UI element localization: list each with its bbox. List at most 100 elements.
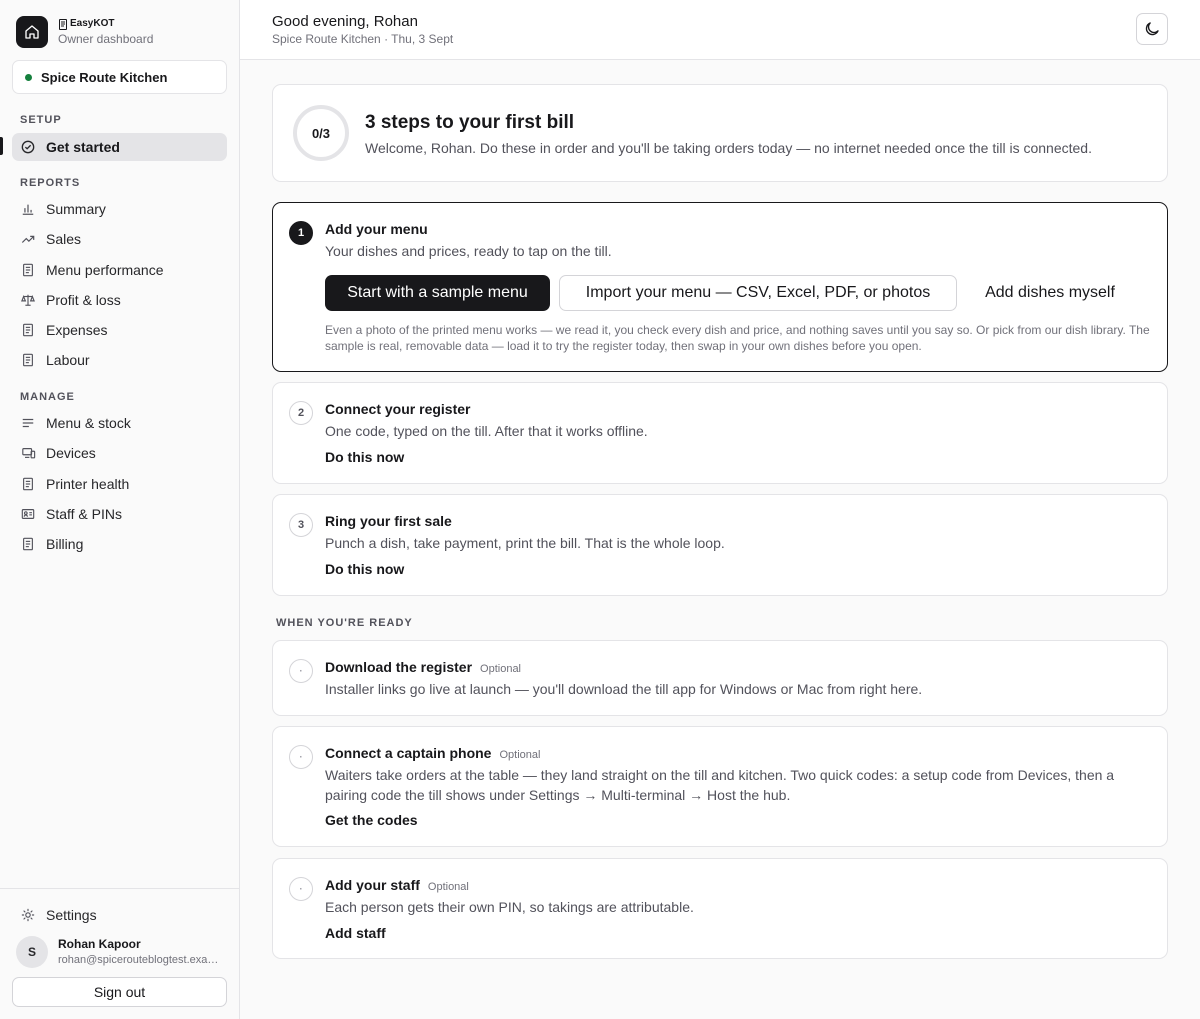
step-title: Add your menu (325, 221, 428, 237)
sign-out-button[interactable]: Sign out (12, 977, 227, 1007)
sidebar-item-expenses[interactable]: Expenses (12, 316, 227, 344)
theme-toggle-button[interactable] (1136, 13, 1168, 45)
avatar: S (16, 936, 48, 968)
sidebar-item-label: Devices (46, 445, 96, 461)
step-title: Connect your register (325, 401, 471, 417)
onboarding-intro-card: 0/3 3 steps to your first bill Welcome, … (272, 84, 1168, 182)
sidebar-item-label: Expenses (46, 322, 108, 338)
optional-badge: Optional (480, 663, 522, 675)
devices-icon (20, 445, 36, 461)
step-title: Connect a captain phone (325, 745, 492, 761)
sidebar-item-billing[interactable]: Billing (12, 530, 227, 558)
sidebar-item-devices[interactable]: Devices (12, 439, 227, 467)
get-codes-link[interactable]: Get the codes (325, 812, 418, 828)
sidebar-item-staff-pins[interactable]: Staff & PINs (12, 500, 227, 528)
sidebar-item-label: Menu & stock (46, 415, 131, 431)
optional-card-captain-phone: · Connect a captain phone Optional Waite… (272, 726, 1168, 847)
intro-description: Welcome, Rohan. Do these in order and yo… (365, 140, 1092, 156)
step-title: Add your staff (325, 877, 420, 893)
page-title: Good evening, Rohan (272, 13, 418, 30)
section-label-when-ready: WHEN YOU'RE READY (276, 617, 413, 629)
step-marker: · (289, 745, 313, 769)
sidebar-item-label: Staff & PINs (46, 506, 122, 522)
step-card-add-menu: 1 Add your menu Your dishes and prices, … (272, 202, 1168, 372)
sidebar-item-label: Get started (46, 139, 120, 155)
optional-badge: Optional (427, 881, 469, 893)
step-description: Each person gets their own PIN, so takin… (325, 899, 694, 915)
import-menu-button[interactable]: Import your menu — CSV, Excel, PDF, or p… (559, 275, 957, 311)
document-icon (20, 322, 36, 338)
sidebar-item-menu-stock[interactable]: Menu & stock (12, 409, 227, 437)
step-card-first-sale: 3 Ring your first sale Punch a dish, tak… (272, 494, 1168, 596)
home-icon[interactable] (16, 16, 48, 48)
trending-up-icon (20, 231, 36, 247)
sidebar-item-menu-performance[interactable]: Menu performance (12, 256, 227, 284)
sidebar-item-settings[interactable]: Settings (12, 901, 227, 929)
sidebar-item-label: Billing (46, 536, 84, 552)
add-staff-link[interactable]: Add staff (325, 925, 386, 941)
document-icon (20, 352, 36, 368)
optional-card-download-register: · Download the register Optional Install… (272, 640, 1168, 716)
page-header: Good evening, Rohan Spice Route Kitchen … (240, 0, 1200, 60)
check-circle-icon (20, 139, 36, 155)
do-this-now-link[interactable]: Do this now (325, 561, 404, 577)
user-email: rohan@spicerouteblogtest.example (58, 954, 223, 966)
sun-gear-icon (20, 907, 36, 923)
do-this-now-link[interactable]: Do this now (325, 449, 404, 465)
sidebar-item-label: Summary (46, 201, 106, 217)
scale-icon (20, 292, 36, 308)
sidebar-item-labour[interactable]: Labour (12, 346, 227, 374)
step-title: Ring your first sale (325, 513, 452, 529)
step-number: 1 (289, 221, 313, 245)
optional-card-add-staff: · Add your staff Optional Each person ge… (272, 858, 1168, 959)
step-card-connect-register: 2 Connect your register One code, typed … (272, 382, 1168, 484)
document-icon (20, 262, 36, 278)
step-number: 2 (289, 401, 313, 425)
step-number: 3 (289, 513, 313, 537)
section-label-setup: SETUP (20, 114, 62, 126)
bar-chart-icon (20, 201, 36, 217)
moon-icon (1145, 22, 1159, 36)
sidebar-item-get-started[interactable]: Get started (12, 133, 227, 161)
receipt-icon (59, 18, 67, 30)
document-icon (20, 476, 36, 492)
intro-title: 3 steps to your first bill (365, 112, 575, 133)
section-label-manage: MANAGE (20, 391, 75, 403)
active-indicator (0, 137, 3, 155)
optional-badge: Optional (499, 749, 541, 761)
page-subtitle: Spice Route Kitchen · Thu, 3 Sept (272, 32, 454, 46)
add-dishes-button[interactable]: Add dishes myself (965, 275, 1135, 311)
step-description: One code, typed on the till. After that … (325, 423, 648, 439)
user-profile[interactable]: S Rohan Kapoor rohan@spicerouteblogtest.… (16, 936, 223, 968)
sidebar-item-label: Settings (46, 907, 97, 923)
sidebar-item-profit-loss[interactable]: Profit & loss (12, 286, 227, 314)
brand-subtitle: Owner dashboard (58, 32, 154, 46)
sidebar-item-summary[interactable]: Summary (12, 195, 227, 223)
sidebar-item-label: Profit & loss (46, 292, 121, 308)
sidebar-item-sales[interactable]: Sales (12, 225, 227, 253)
sidebar-item-label: Sales (46, 231, 82, 247)
location-switcher[interactable]: Spice Route Kitchen (12, 60, 227, 94)
step-description: Your dishes and prices, ready to tap on … (325, 243, 612, 259)
step-description: Installer links go live at launch — you'… (325, 681, 923, 697)
sample-menu-button[interactable]: Start with a sample menu (325, 275, 550, 311)
user-name: Rohan Kapoor (58, 937, 141, 951)
progress-count: 0/3 (311, 125, 331, 141)
step-description: Waiters take orders at the table — they … (325, 767, 1115, 803)
id-card-icon (20, 506, 36, 522)
sidebar-item-label: Menu performance (46, 262, 164, 278)
step-description: Punch a dish, take payment, print the bi… (325, 535, 725, 551)
step-marker: · (289, 659, 313, 683)
sidebar: EasyKOT Owner dashboard Spice Route Kitc… (0, 0, 240, 1019)
step-marker: · (289, 877, 313, 901)
brand: EasyKOT Owner dashboard (16, 16, 153, 48)
list-icon (20, 415, 36, 431)
sidebar-item-label: Printer health (46, 476, 130, 492)
step-title: Download the register (325, 659, 473, 675)
location-name: Spice Route Kitchen (41, 69, 168, 85)
brand-name: EasyKOT (70, 18, 115, 29)
sidebar-item-label: Labour (46, 352, 90, 368)
step-fineprint: Even a photo of the printed menu works —… (325, 323, 1150, 353)
sidebar-item-printer-health[interactable]: Printer health (12, 470, 227, 498)
section-label-reports: REPORTS (20, 177, 81, 189)
